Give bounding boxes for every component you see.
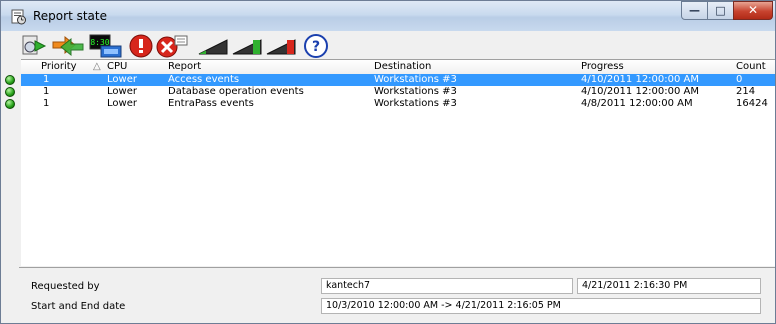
cancel-icon[interactable]	[155, 34, 189, 58]
title-bar[interactable]: Report state — □ ✕	[1, 1, 775, 31]
table-row[interactable]: 1 Lower Access events Workstations #3 4/…	[5, 74, 775, 86]
list-header: Priority △ CPU Report Destination Progre…	[21, 60, 775, 75]
close-button[interactable]: ✕	[733, 1, 773, 20]
sort-ascending-icon: △	[93, 61, 101, 72]
details-panel: Requested by kantech7 4/21/2011 2:16:30 …	[19, 267, 775, 323]
report-list[interactable]: Priority △ CPU Report Destination Progre…	[5, 59, 775, 266]
cell-count: 0	[736, 74, 743, 85]
window-title: Report state	[33, 9, 107, 23]
table-row[interactable]: 1 Lower EntraPass events Workstations #3…	[5, 98, 775, 110]
status-running-icon	[5, 75, 15, 85]
status-running-icon	[5, 99, 15, 109]
table-row[interactable]: 1 Lower Database operation events Workst…	[5, 86, 775, 98]
column-header-progress[interactable]: Progress	[581, 60, 624, 74]
start-end-date-label: Start and End date	[31, 301, 126, 312]
cell-cpu: Lower	[107, 74, 137, 85]
maximize-button[interactable]: □	[707, 1, 734, 20]
svg-text:?: ?	[312, 39, 320, 55]
cell-cpu: Lower	[107, 86, 137, 97]
refresh-arrows-icon[interactable]	[51, 34, 85, 58]
start-end-date-field: 10/3/2010 12:00:00 AM -> 4/21/2011 2:16:…	[321, 298, 761, 314]
cell-cpu: Lower	[107, 98, 137, 109]
requested-by-label: Requested by	[31, 281, 100, 292]
column-header-destination[interactable]: Destination	[374, 60, 431, 74]
requested-at-field: 4/21/2011 2:16:30 PM	[577, 278, 761, 294]
column-header-count[interactable]: Count	[736, 60, 766, 74]
priority-lowest-icon[interactable]	[197, 34, 229, 58]
minimize-button[interactable]: —	[681, 1, 708, 20]
cell-count: 214	[736, 86, 756, 97]
requested-by-field: kantech7	[321, 278, 573, 294]
cell-destination: Workstations #3	[374, 98, 457, 109]
cell-progress: 4/8/2011 12:00:00 AM	[581, 98, 693, 109]
cell-destination: Workstations #3	[374, 74, 457, 85]
cell-priority: 1	[43, 86, 50, 97]
toolbar: 8:30 ?	[1, 31, 775, 59]
cell-priority: 1	[43, 74, 50, 85]
cell-progress: 4/10/2011 12:00:00 AM	[581, 86, 700, 97]
status-running-icon	[5, 87, 15, 97]
column-header-cpu[interactable]: CPU	[107, 60, 127, 74]
cell-report: Access events	[168, 74, 240, 85]
cell-progress: 4/10/2011 12:00:00 AM	[581, 74, 700, 85]
priority-high-icon[interactable]	[265, 34, 297, 58]
column-header-report[interactable]: Report	[168, 60, 201, 74]
minimize-icon: —	[689, 4, 700, 17]
cell-priority: 1	[43, 98, 50, 109]
cell-count: 16424	[736, 98, 768, 109]
report-state-window: Report state — □ ✕ 8:30 ? Priority △ CPU…	[0, 0, 776, 324]
maximize-icon: □	[715, 4, 726, 17]
cell-destination: Workstations #3	[374, 86, 457, 97]
report-app-icon	[11, 9, 26, 25]
scheduled-clock-icon[interactable]: 8:30	[89, 34, 123, 58]
report-go-icon[interactable]	[21, 34, 47, 58]
stop-icon[interactable]	[129, 34, 153, 58]
priority-low-icon[interactable]	[231, 34, 263, 58]
close-icon: ✕	[747, 3, 759, 17]
column-header-priority[interactable]: Priority	[41, 60, 77, 74]
cell-report: Database operation events	[168, 86, 304, 97]
cell-report: EntraPass events	[168, 98, 254, 109]
help-icon[interactable]: ?	[303, 34, 329, 58]
